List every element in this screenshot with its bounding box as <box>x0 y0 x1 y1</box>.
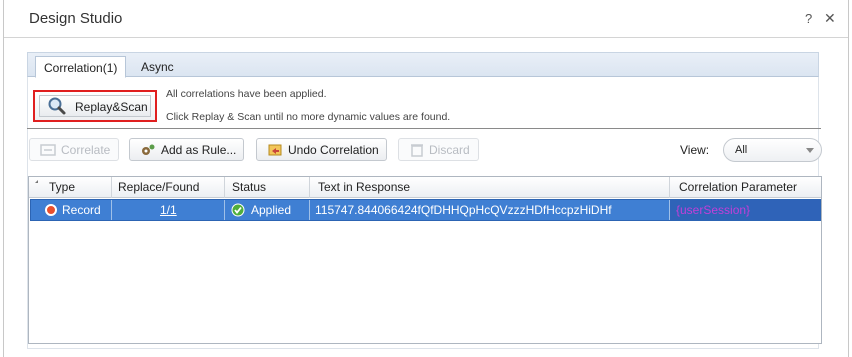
undo-icon <box>268 144 282 156</box>
magnifier-icon <box>48 97 66 115</box>
correlation-grid: Type Replace/Found Status Text in Respon… <box>28 176 822 344</box>
chevron-down-icon <box>806 148 814 153</box>
cell-replace-found: 1/1 <box>112 200 225 220</box>
toolbar-separator <box>27 128 821 129</box>
resize-grip-icon <box>32 180 38 183</box>
cell-type: Record <box>31 200 112 220</box>
view-select-value: All <box>735 144 748 156</box>
cell-text-in-response: 115747.844066424fQfDHHQpHcQVzzzHDfHccpzH… <box>310 200 670 220</box>
tab-async[interactable]: Async <box>133 56 182 78</box>
replace-found-link[interactable]: 1/1 <box>160 203 177 217</box>
title-bar: Design Studio ? ✕ <box>4 0 848 38</box>
discard-label: Discard <box>429 143 470 157</box>
discard-icon <box>411 144 423 157</box>
tab-bar: Correlation(1) Async <box>27 52 819 78</box>
info-hint-text: Click Replay & Scan until no more dynami… <box>166 111 451 123</box>
col-header-type[interactable]: Type <box>29 177 112 198</box>
info-applied-text: All correlations have been applied. <box>166 88 327 100</box>
close-button[interactable]: ✕ <box>824 10 836 27</box>
correlate-button[interactable]: Correlate <box>29 138 119 161</box>
tab-correlation[interactable]: Correlation(1) <box>35 56 126 78</box>
record-icon <box>45 204 57 216</box>
tab-correlation-label: Correlation(1) <box>44 61 118 75</box>
col-header-replace-found[interactable]: Replace/Found <box>112 177 225 198</box>
col-header-status[interactable]: Status <box>225 177 310 198</box>
add-as-rule-button[interactable]: Add as Rule... <box>129 138 244 161</box>
undo-correlation-label: Undo Correlation <box>288 143 379 157</box>
tab-async-label: Async <box>141 60 174 74</box>
replay-scan-label: Replay&Scan <box>75 100 148 114</box>
col-header-text-in-response[interactable]: Text in Response <box>310 177 670 198</box>
cell-correlation-parameter: {userSession} <box>670 200 820 220</box>
rule-gear-icon <box>142 144 155 155</box>
undo-correlation-button[interactable]: Undo Correlation <box>256 138 387 161</box>
view-label: View: <box>680 143 710 157</box>
check-circle-icon <box>231 203 245 217</box>
window-title: Design Studio <box>29 10 123 27</box>
table-row[interactable]: Record 1/1 Applied 115747.844066424fQfDH… <box>30 199 821 221</box>
correlate-icon <box>40 144 56 156</box>
view-select[interactable]: All <box>723 138 822 162</box>
help-button[interactable]: ? <box>805 11 812 26</box>
correlate-label: Correlate <box>61 143 111 157</box>
grid-header: Type Replace/Found Status Text in Respon… <box>29 177 821 198</box>
col-header-correlation-parameter[interactable]: Correlation Parameter <box>670 177 821 198</box>
cell-status: Applied <box>225 200 310 220</box>
replay-scan-button[interactable]: Replay&Scan <box>33 90 157 122</box>
add-as-rule-label: Add as Rule... <box>161 143 237 157</box>
discard-button[interactable]: Discard <box>398 138 479 161</box>
